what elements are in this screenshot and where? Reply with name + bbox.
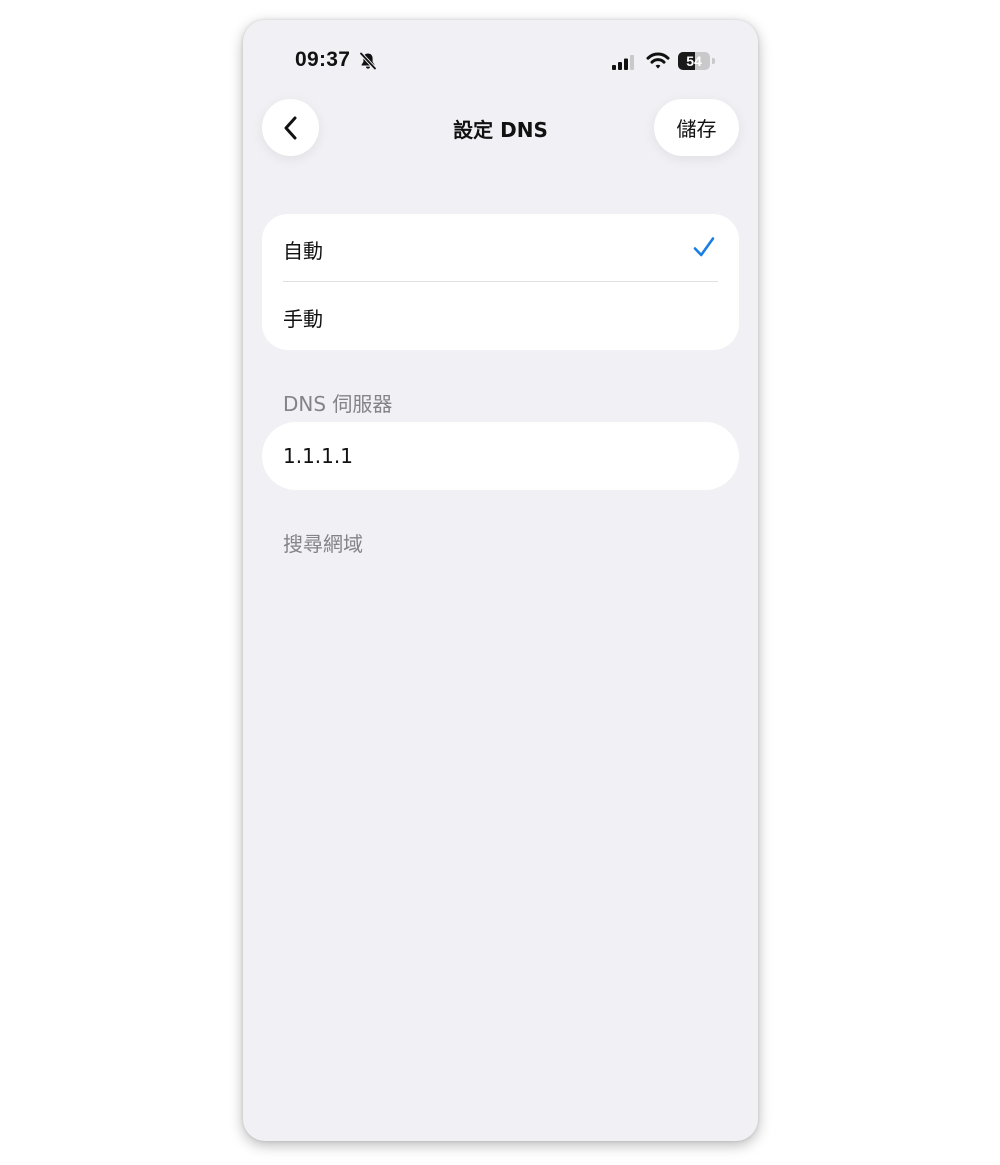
- dns-server-input[interactable]: 1.1.1.1: [262, 422, 739, 490]
- dns-server-section-label: DNS 伺服器: [283, 392, 393, 416]
- battery-level-text: 54: [686, 53, 702, 69]
- option-automatic-label: 自動: [283, 239, 323, 263]
- option-manual[interactable]: 手動: [262, 282, 739, 350]
- option-automatic[interactable]: 自動: [262, 214, 739, 282]
- checkmark-icon: [693, 237, 715, 257]
- search-domain-section-label: 搜尋網域: [283, 532, 363, 556]
- phone-screen: 09:37 54 設定 DNS 儲存 自動 手動 DNS 伺服器 1.1.1.1…: [243, 20, 758, 1141]
- dns-server-value: 1.1.1.1: [283, 444, 353, 468]
- signal-icon: [612, 55, 634, 70]
- option-manual-label: 手動: [283, 307, 323, 331]
- save-button[interactable]: 儲存: [654, 99, 739, 156]
- status-time: 09:37: [295, 48, 351, 71]
- dns-mode-card: 自動 手動: [262, 214, 739, 350]
- bell-slash-icon: [359, 52, 377, 70]
- wifi-icon: [646, 52, 670, 69]
- battery-icon: 54: [678, 52, 718, 70]
